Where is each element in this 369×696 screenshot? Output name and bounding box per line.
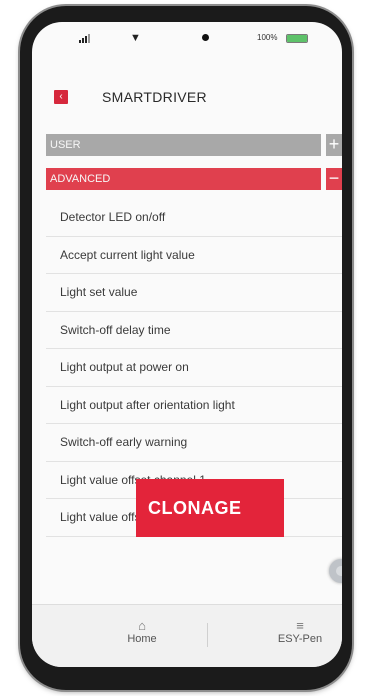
menu-item-switch-off-delay[interactable]: Switch-off delay time — [46, 312, 342, 349]
tab-divider — [207, 623, 208, 647]
floating-action-button[interactable] — [329, 559, 342, 583]
menu-item-accept-light-value[interactable]: Accept current light value — [46, 237, 342, 274]
status-bar: ▼ 100% — [32, 22, 342, 58]
signal-icon — [79, 34, 90, 43]
menu-item-switch-off-warning[interactable]: Switch-off early warning — [46, 424, 342, 462]
tab-esy-pen-label: ESY-Pen — [277, 633, 323, 645]
section-advanced-label: ADVANCED — [50, 173, 111, 185]
status-dot-icon — [202, 34, 209, 41]
home-icon: ⌂ — [138, 618, 146, 633]
menu-item-light-output-power-on[interactable]: Light output at power on — [46, 349, 342, 387]
page-title: SMARTDRIVER — [102, 89, 207, 105]
phone-screen: ▼ 100% ‹ SMARTDRIVER USER + ADVANCED − D… — [32, 22, 342, 667]
wifi-icon: ▼ — [130, 32, 141, 44]
sliders-icon: ≡ — [296, 618, 304, 633]
section-user-header[interactable]: USER — [46, 134, 321, 156]
menu-item-detector-led[interactable]: Detector LED on/off — [46, 199, 342, 237]
section-advanced-header[interactable]: ADVANCED — [46, 168, 321, 190]
tab-esy-pen[interactable]: ≡ ESY-Pen — [260, 618, 340, 646]
tab-home[interactable]: ⌂ Home — [102, 618, 182, 646]
expand-user-button[interactable]: + — [326, 134, 342, 156]
app-header: ‹ SMARTDRIVER — [32, 82, 342, 112]
battery-percentage: 100% — [257, 33, 278, 42]
bottom-tab-bar: ⌂ Home ≡ ESY-Pen — [32, 604, 342, 667]
menu-item-light-set-value[interactable]: Light set value — [46, 274, 342, 312]
battery-icon — [286, 34, 308, 43]
battery-level — [287, 35, 307, 42]
back-button[interactable]: ‹ — [54, 90, 68, 104]
collapse-advanced-button[interactable]: − — [326, 168, 342, 190]
tab-home-label: Home — [127, 633, 157, 645]
section-user-label: USER — [50, 139, 81, 151]
menu-item-light-output-orientation[interactable]: Light output after orientation light — [46, 387, 342, 424]
watermark-badge: CLONAGE — [136, 479, 284, 537]
